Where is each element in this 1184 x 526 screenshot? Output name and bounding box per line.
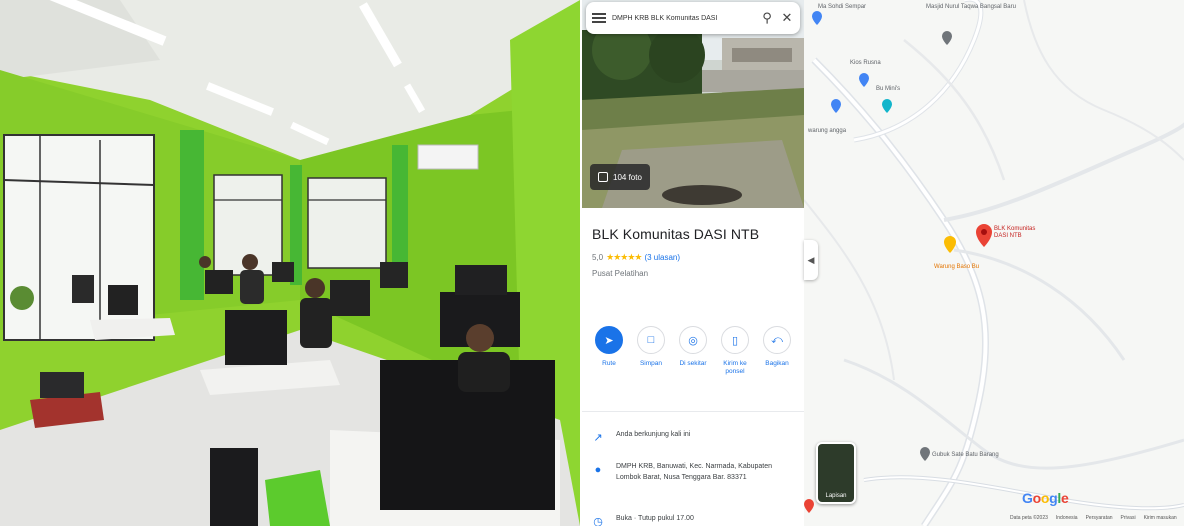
place-category[interactable]: Pusat Pelatihan	[592, 269, 794, 278]
reviews-link[interactable]: (3 ulasan)	[644, 253, 680, 262]
photos-button[interactable]: 104 foto	[590, 164, 650, 190]
action-label: Kirim ke ponsel	[723, 360, 747, 376]
close-icon[interactable]: ✕	[780, 10, 794, 25]
computer-lab-photo	[0, 0, 580, 526]
place-title: BLK Komunitas DASI NTB	[592, 226, 760, 242]
map-label[interactable]: Warung Baso Bu	[934, 264, 979, 270]
search-icon[interactable]: ⚲	[760, 10, 774, 25]
nearby-button[interactable]: ◎ Di sekitar	[673, 318, 713, 411]
map-label[interactable]: Bu Mini's	[876, 86, 900, 92]
address-row[interactable]: ● DMPH KRB, Banuwati, Kec. Narmada, Kabu…	[592, 462, 796, 483]
action-label: Bagikan	[765, 360, 789, 367]
map-roads	[804, 0, 1184, 526]
chevron-left-icon: ◀	[807, 254, 815, 265]
hours-row[interactable]: ◷ Buka · Tutup pukul 17.00	[592, 514, 796, 526]
address-text: DMPH KRB, Banuwati, Kec. Narmada, Kabupa…	[616, 463, 773, 481]
search-input[interactable]: DMPH KRB BLK Komunitas DASI	[612, 15, 754, 22]
share-button[interactable]: ⤺ Bagikan	[757, 318, 797, 411]
share-icon: ⤺	[763, 326, 791, 354]
place-details-panel: DMPH KRB BLK Komunitas DASI ⚲ ✕ 104 foto…	[582, 0, 804, 526]
rating-value: 5,0	[592, 253, 604, 262]
map-label[interactable]: Kios Rusna	[850, 60, 881, 66]
star-icon: ★★★★★	[606, 252, 642, 262]
save-icon: □	[637, 326, 665, 354]
privacy-link[interactable]: Privasi	[1121, 515, 1136, 521]
region-link[interactable]: Indonesia	[1056, 515, 1078, 521]
clock-icon: ◷	[593, 516, 603, 526]
layers-label: Lapisan	[825, 493, 847, 499]
send-to-phone-button[interactable]: ▯ Kirim ke ponsel	[715, 318, 755, 411]
map-label[interactable]: Masjid Nurul Taqwa Bangsal Baru	[926, 4, 1016, 10]
place-photo[interactable]	[0, 0, 580, 526]
feedback-link[interactable]: Kirim masukan	[1144, 515, 1177, 521]
directions-icon: ➤	[595, 326, 623, 354]
map-label[interactable]: Ma Sohdi Sempar	[818, 4, 866, 10]
location-pin-icon: ●	[594, 464, 602, 476]
action-label: Di sekitar	[679, 360, 707, 367]
action-label: Rute	[602, 360, 616, 367]
action-bar: ➤ Rute □ Simpan ◎ Di sekitar ▯ Kirim ke …	[582, 318, 804, 412]
trending-icon: ↗	[593, 432, 603, 444]
place-info: BLK Komunitas DASI NTB 5,0 ★★★★★ (3 ulas…	[582, 208, 804, 278]
map-footer: Data peta ©2023 Indonesia Persyaratan Pr…	[1010, 515, 1177, 521]
layers-button[interactable]: Lapisan	[816, 442, 856, 504]
google-logo: Google	[1022, 490, 1069, 506]
map-canvas[interactable]	[804, 0, 1184, 526]
map-data-credit: Data peta ©2023	[1010, 515, 1048, 521]
hours-text: Buka · Tutup pukul 17.00	[616, 515, 694, 522]
menu-icon[interactable]	[592, 13, 606, 23]
trend-text: Anda berkunjung kali ini	[616, 431, 691, 438]
photo-icon	[598, 172, 608, 182]
trend-row[interactable]: ↗ Anda berkunjung kali ini	[592, 430, 796, 447]
directions-button[interactable]: ➤ Rute	[589, 318, 629, 411]
rating-row: 5,0 ★★★★★ (3 ulasan)	[592, 252, 794, 263]
collapse-panel-button[interactable]: ◀	[804, 240, 818, 280]
nearby-icon: ◎	[679, 326, 707, 354]
map-label[interactable]: Gubuk Sate Batu Barang	[932, 452, 999, 458]
search-box[interactable]: DMPH KRB BLK Komunitas DASI ⚲ ✕	[586, 2, 800, 34]
terms-link[interactable]: Persyaratan	[1086, 515, 1113, 521]
map-label[interactable]: warung angga	[808, 128, 846, 134]
send-to-phone-icon: ▯	[721, 326, 749, 354]
map-label-selected[interactable]: BLK Komunitas DASI NTB	[994, 226, 1040, 240]
action-label: Simpan	[639, 360, 663, 367]
photos-count: 104 foto	[613, 172, 642, 182]
save-button[interactable]: □ Simpan	[631, 318, 671, 411]
